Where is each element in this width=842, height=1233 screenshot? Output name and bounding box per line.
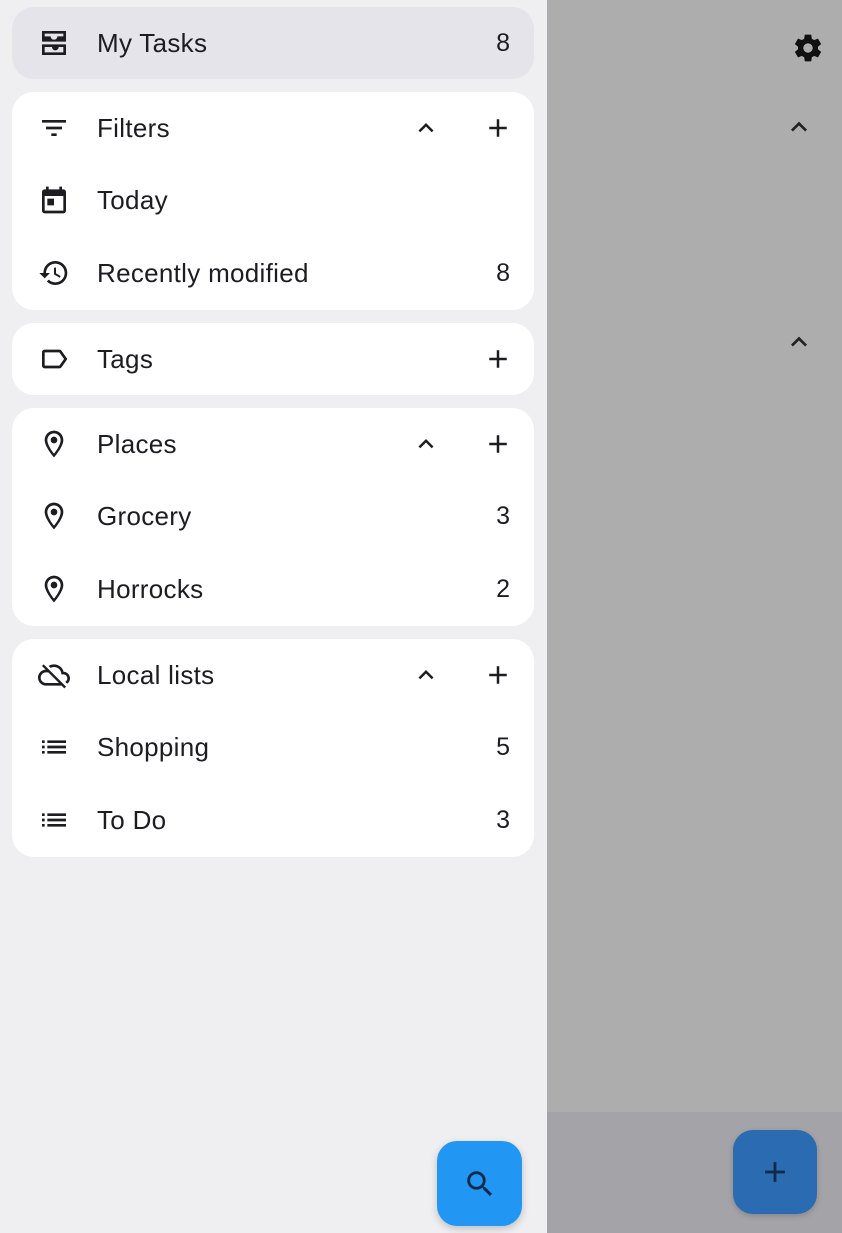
plus-icon: [489, 435, 507, 453]
cloud-off-icon: [38, 659, 70, 691]
drawer-item-shopping[interactable]: Shopping 5: [12, 711, 534, 783]
collapse-filters-button[interactable]: [408, 110, 444, 146]
task-count: 8: [496, 28, 510, 57]
plus-icon: [489, 119, 507, 137]
drawer-item-label: Horrocks: [97, 573, 204, 604]
drawer-item-label: Recently modified: [97, 257, 309, 288]
section-title: Filters: [97, 112, 170, 143]
history-icon: [38, 257, 70, 289]
section-header-filters: Filters: [12, 92, 534, 164]
drawer-item-horrocks[interactable]: Horrocks 2: [12, 553, 534, 625]
task-count: 5: [496, 732, 510, 761]
places-card: Places Grocery 3 Horrocks 2: [12, 408, 534, 626]
add-filter-button[interactable]: [480, 110, 516, 146]
search-button[interactable]: [437, 1141, 522, 1226]
chevron-up-icon: [418, 439, 434, 449]
calendar-today-icon: [38, 184, 70, 216]
drawer-item-grocery[interactable]: Grocery 3: [12, 480, 534, 552]
add-place-button[interactable]: [480, 426, 516, 462]
task-count: 8: [496, 258, 510, 287]
filter-icon: [38, 112, 70, 144]
drawer-item-my-tasks[interactable]: My Tasks 8: [12, 7, 534, 79]
chevron-up-icon: [783, 111, 815, 143]
add-list-button[interactable]: [480, 657, 516, 693]
drawer-item-today[interactable]: Today: [12, 164, 534, 236]
filters-card: Filters Today Recently modified 8: [12, 92, 534, 310]
task-count: 3: [496, 501, 510, 530]
task-count: 2: [496, 574, 510, 603]
plus-icon: [765, 1162, 785, 1182]
drawer-item-label: To Do: [97, 804, 167, 835]
add-tag-button[interactable]: [480, 341, 516, 377]
add-task-button[interactable]: [733, 1130, 817, 1214]
navigation-drawer: My Tasks 8 Filters Today Recently modifi…: [0, 0, 547, 1233]
plus-icon: [489, 666, 507, 684]
search-icon: [466, 1170, 492, 1196]
tags-card: Tags: [12, 323, 534, 395]
plus-icon: [489, 350, 507, 368]
drawer-item-to-do[interactable]: To Do 3: [12, 784, 534, 856]
section-header-tags: Tags: [12, 323, 534, 395]
list-icon: [38, 804, 70, 836]
chevron-up-icon: [418, 670, 434, 680]
section-header-places: Places: [12, 408, 534, 480]
chevron-up-icon: [418, 123, 434, 133]
chevron-up-icon: [783, 326, 815, 358]
place-icon: [38, 428, 70, 460]
inbox-icon: [38, 27, 70, 59]
place-icon: [38, 573, 70, 605]
section-header-local-lists: Local lists: [12, 639, 534, 711]
label-icon: [38, 343, 70, 375]
place-icon: [38, 500, 70, 532]
local-lists-card: Local lists Shopping 5 To Do 3: [12, 639, 534, 857]
drawer-item-label: Grocery: [97, 500, 192, 531]
drawer-item-label: Shopping: [97, 731, 210, 762]
task-count: 3: [496, 805, 510, 834]
collapse-places-button[interactable]: [408, 426, 444, 462]
section-title: Tags: [97, 343, 154, 374]
section-title: Local lists: [97, 659, 215, 690]
drawer-item-label: My Tasks: [97, 27, 208, 58]
my-tasks-card: My Tasks 8: [12, 7, 534, 79]
section-title: Places: [97, 428, 177, 459]
list-icon: [38, 731, 70, 763]
drawer-item-label: Today: [97, 184, 168, 215]
drawer-item-recently-modified[interactable]: Recently modified 8: [12, 237, 534, 309]
gear-icon: [792, 32, 824, 64]
collapse-local-lists-button[interactable]: [408, 657, 444, 693]
